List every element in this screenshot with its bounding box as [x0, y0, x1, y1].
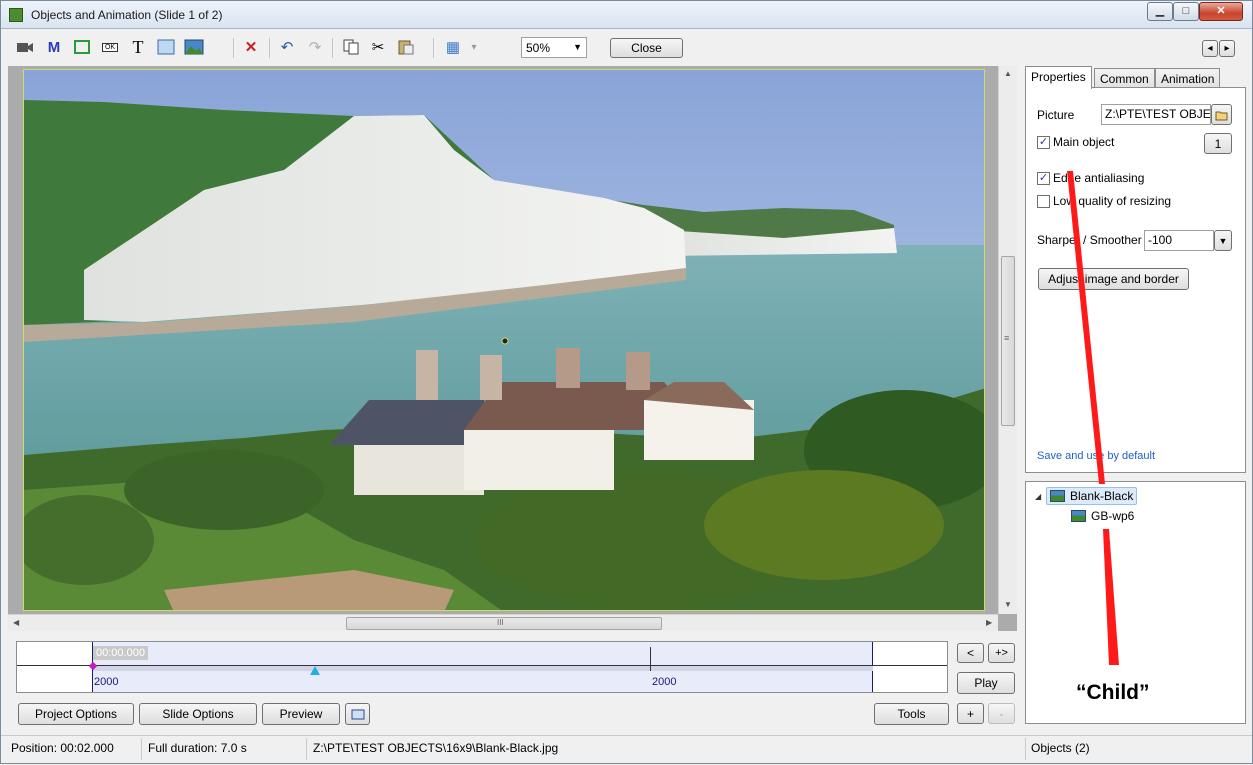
tab-properties[interactable]: Properties	[1025, 66, 1092, 89]
child-annotation-label: “Child”	[1076, 681, 1150, 704]
annotation-arrow-bottom	[1103, 529, 1119, 665]
annotation-arrow-top	[1067, 171, 1105, 484]
status-path: Z:\PTE\TEST OBJECTS\16x9\Blank-Black.jpg	[313, 741, 559, 755]
main-window: Objects and Animation (Slide 1 of 2) ▁ □…	[0, 0, 1253, 764]
annotation-overlay	[1067, 171, 1119, 665]
status-duration: Full duration: 7.0 s	[148, 741, 247, 755]
status-bar: Position: 00:02.000 Full duration: 7.0 s…	[1, 735, 1252, 763]
status-objects: Objects (2)	[1031, 741, 1090, 755]
status-position: Position: 00:02.000	[11, 741, 114, 755]
